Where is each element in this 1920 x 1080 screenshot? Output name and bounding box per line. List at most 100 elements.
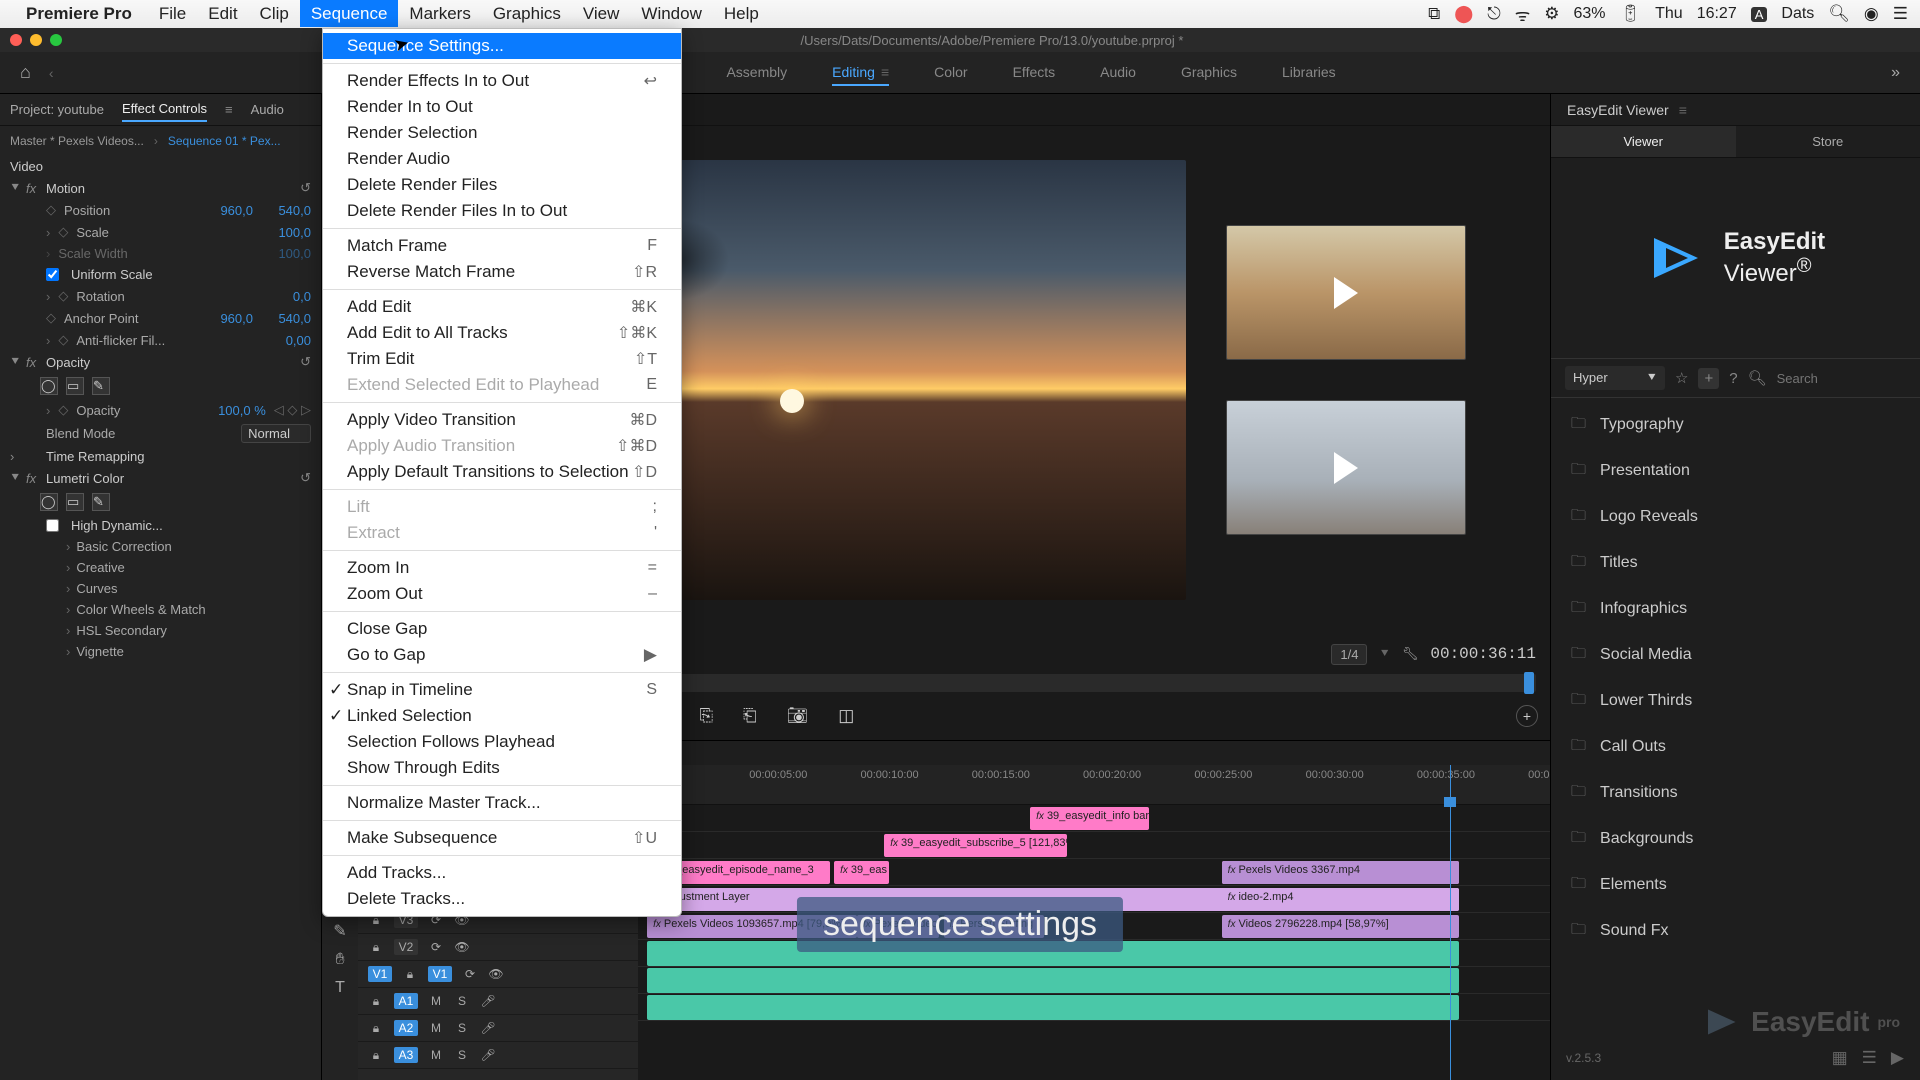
ellipse-mask-icon[interactable]: ◯ bbox=[40, 377, 58, 395]
menu-edit[interactable]: Edit bbox=[197, 0, 248, 27]
track-target[interactable]: V2 bbox=[394, 939, 418, 955]
timeline-ruler[interactable]: :00:0000:00:05:0000:00:10:0000:00:15:000… bbox=[638, 765, 1550, 805]
home-icon[interactable]: ⌂ bbox=[20, 62, 31, 83]
menu-sequence[interactable]: Sequence bbox=[300, 0, 399, 27]
notifications-icon[interactable]: ☰ bbox=[1893, 4, 1908, 24]
category-item[interactable]: 🗀Sound Fx bbox=[1551, 908, 1920, 954]
video-track-header[interactable]: V1🔒︎V1⟳👁︎ bbox=[358, 961, 638, 988]
timeline-clip[interactable]: fx39_easyedit_subscribe_5 [121,83%] bbox=[884, 834, 1066, 857]
menu-item[interactable]: Add Tracks... bbox=[323, 860, 681, 886]
tab-effect-controls[interactable]: Effect Controls bbox=[122, 97, 207, 122]
scale-select[interactable]: 1/4 bbox=[1331, 644, 1367, 665]
lock-icon[interactable]: 🔒︎ bbox=[368, 1048, 384, 1063]
menu-item[interactable]: Apply Default Transitions to Selection⇧D bbox=[323, 459, 681, 485]
category-item[interactable]: 🗀Typography bbox=[1551, 402, 1920, 448]
anchor-y[interactable]: 540,0 bbox=[261, 311, 311, 326]
twirl-icon[interactable]: ⯆ bbox=[10, 180, 20, 196]
grid-view-icon[interactable]: ▦ bbox=[1832, 1048, 1848, 1068]
category-item[interactable]: 🗀Transitions bbox=[1551, 770, 1920, 816]
subtab-viewer[interactable]: Viewer bbox=[1551, 126, 1736, 157]
category-item[interactable]: 🗀Infographics bbox=[1551, 586, 1920, 632]
fx-icon[interactable]: fx bbox=[26, 355, 40, 370]
fx-icon[interactable]: fx bbox=[26, 181, 40, 196]
category-item[interactable]: 🗀Backgrounds bbox=[1551, 816, 1920, 862]
lumetri-item[interactable]: ›Color Wheels & Match bbox=[0, 599, 321, 620]
cloud-icon[interactable]: ⎋ bbox=[1487, 4, 1500, 24]
lumetri-label[interactable]: Lumetri Color bbox=[46, 471, 294, 486]
menu-graphics[interactable]: Graphics bbox=[482, 0, 572, 27]
menu-markers[interactable]: Markers bbox=[398, 0, 481, 27]
chevron-left-icon[interactable]: ‹ bbox=[49, 65, 54, 81]
sync-lock-icon[interactable]: ⟳ bbox=[428, 940, 444, 954]
plus-icon[interactable]: + bbox=[1698, 368, 1719, 389]
menu-item[interactable]: Go to Gap▶ bbox=[323, 642, 681, 668]
export-frame-icon[interactable]: 📷︎ bbox=[787, 706, 809, 726]
opacity-label[interactable]: Opacity bbox=[46, 355, 294, 370]
position-x[interactable]: 960,0 bbox=[203, 203, 253, 218]
category-select[interactable]: Hyper⯆ bbox=[1565, 366, 1665, 390]
wifi-icon[interactable]: ᯤ bbox=[1515, 3, 1531, 26]
anchor-x[interactable]: 960,0 bbox=[203, 311, 253, 326]
menu-item[interactable]: Trim Edit⇧T bbox=[323, 346, 681, 372]
timeline-playhead[interactable] bbox=[1450, 765, 1451, 1080]
timeline-clip[interactable]: fxideo-2.mp4 bbox=[1222, 888, 1459, 911]
thumbnail-1[interactable] bbox=[1226, 225, 1466, 360]
audio-track-header[interactable]: 🔒︎A3MS🎤︎ bbox=[358, 1042, 638, 1069]
easyedit-title[interactable]: EasyEdit Viewer bbox=[1567, 102, 1669, 118]
position-y[interactable]: 540,0 bbox=[261, 203, 311, 218]
track-target[interactable]: V1 bbox=[428, 966, 452, 982]
workspace-tab-assembly[interactable]: Assembly bbox=[726, 60, 787, 86]
menu-item[interactable]: ✓Linked Selection bbox=[323, 703, 681, 729]
minimize-window-button[interactable] bbox=[30, 34, 42, 46]
close-window-button[interactable] bbox=[10, 34, 22, 46]
category-item[interactable]: 🗀Presentation bbox=[1551, 448, 1920, 494]
ec-sequence[interactable]: Sequence 01 * Pex... bbox=[168, 134, 281, 148]
battery-icon[interactable]: 🔋︎ bbox=[1620, 4, 1642, 24]
motion-label[interactable]: Motion bbox=[46, 181, 294, 196]
category-item[interactable]: 🗀Call Outs bbox=[1551, 724, 1920, 770]
blend-mode-select[interactable]: Normal bbox=[241, 424, 311, 443]
menu-item[interactable]: Add Edit⌘K bbox=[323, 294, 681, 320]
twirl-icon[interactable]: › bbox=[46, 225, 50, 240]
workspace-tab-color[interactable]: Color bbox=[934, 60, 967, 86]
menu-item[interactable]: Zoom In= bbox=[323, 555, 681, 581]
mic-icon[interactable]: 🎤︎ bbox=[480, 994, 496, 1008]
menu-item[interactable]: Sequence Settings... bbox=[323, 33, 681, 59]
spotlight-icon[interactable]: 🔍︎ bbox=[1828, 4, 1850, 24]
timeline-lane[interactable]: fx39_easyedit_info bars_ bbox=[638, 805, 1550, 832]
timeline-lane[interactable] bbox=[638, 967, 1550, 994]
notif-icon[interactable]: ⬤ bbox=[1454, 4, 1473, 24]
lock-icon[interactable]: 🔒︎ bbox=[402, 967, 418, 982]
menu-item[interactable]: Render Effects In to Out↩ bbox=[323, 68, 681, 94]
twirl-icon[interactable]: ⯆ bbox=[10, 354, 20, 370]
track-target[interactable]: A3 bbox=[394, 1047, 418, 1063]
sync-lock-icon[interactable]: ⟳ bbox=[462, 967, 478, 981]
siri-icon[interactable]: ◉ bbox=[1864, 4, 1879, 24]
maximize-window-button[interactable] bbox=[50, 34, 62, 46]
timeline-lane[interactable] bbox=[638, 994, 1550, 1021]
mic-icon[interactable]: 🎤︎ bbox=[480, 1048, 496, 1062]
category-item[interactable]: 🗀Logo Reveals bbox=[1551, 494, 1920, 540]
tab-audio[interactable]: Audio bbox=[251, 98, 284, 121]
menu-item[interactable]: Delete Tracks... bbox=[323, 886, 681, 912]
menu-item[interactable]: Match FrameF bbox=[323, 233, 681, 259]
search-input[interactable] bbox=[1777, 371, 1920, 386]
menu-item[interactable]: Selection Follows Playhead bbox=[323, 729, 681, 755]
menu-window[interactable]: Window bbox=[630, 0, 712, 27]
menu-file[interactable]: File bbox=[148, 0, 197, 27]
twirl-icon[interactable]: › bbox=[10, 449, 20, 464]
lock-icon[interactable]: 🔒︎ bbox=[368, 994, 384, 1009]
chevron-down-icon[interactable]: ⯆ bbox=[1379, 646, 1389, 662]
mic-icon[interactable]: 🎤︎ bbox=[480, 1021, 496, 1035]
lumetri-item[interactable]: ›HSL Secondary bbox=[0, 620, 321, 641]
thumbnail-2[interactable] bbox=[1226, 400, 1466, 535]
lumetri-item[interactable]: ›Basic Correction bbox=[0, 536, 321, 557]
type-tool-icon[interactable]: T bbox=[335, 979, 345, 997]
lumetri-item[interactable]: ›Creative bbox=[0, 557, 321, 578]
keyframe-toggle[interactable]: ◇ bbox=[58, 224, 68, 240]
rotation-value[interactable]: 0,0 bbox=[261, 289, 311, 304]
workspace-tab-graphics[interactable]: Graphics bbox=[1181, 60, 1237, 86]
panel-menu-icon[interactable]: ≡ bbox=[225, 102, 233, 117]
program-timecode[interactable]: 00:00:36:11 bbox=[1430, 645, 1536, 663]
workspace-tab-audio[interactable]: Audio bbox=[1100, 60, 1136, 86]
